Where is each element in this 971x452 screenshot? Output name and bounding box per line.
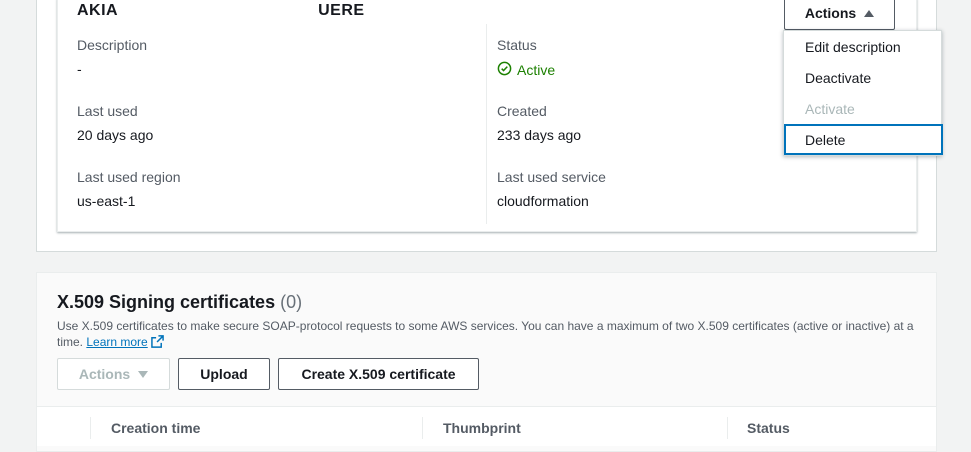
column-header-thumbprint[interactable]: Thumbprint <box>443 420 521 436</box>
menu-item-activate[interactable]: Activate <box>784 93 943 124</box>
last-used-region-value: us-east-1 <box>77 193 136 209</box>
last-used-label: Last used <box>77 103 138 119</box>
learn-more-link[interactable]: Learn more <box>86 335 147 349</box>
caret-down-icon <box>138 370 149 378</box>
cert-actions-button[interactable]: Actions <box>57 358 170 390</box>
column-divider <box>727 417 728 439</box>
column-divider <box>422 417 423 439</box>
redacted-region <box>118 2 319 18</box>
column-header-status[interactable]: Status <box>747 420 790 436</box>
cert-actions-label: Actions <box>78 366 131 382</box>
certificates-title: X.509 Signing certificates (0) <box>57 292 302 313</box>
certificates-title-text: X.509 Signing certificates <box>57 292 276 312</box>
status-badge: Active <box>497 61 555 79</box>
check-circle-icon <box>497 61 512 79</box>
key-actions-label: Actions <box>804 5 857 21</box>
create-certificate-label: Create X.509 certificate <box>301 366 456 382</box>
status-value: Active <box>517 62 556 78</box>
key-actions-button[interactable]: Actions <box>784 0 895 30</box>
create-certificate-button[interactable]: Create X.509 certificate <box>278 358 479 390</box>
last-used-service-label: Last used service <box>497 169 606 185</box>
certificates-description: Use X.509 certificates to make secure SO… <box>57 318 917 352</box>
menu-item-delete[interactable]: Delete <box>784 124 943 155</box>
column-divider <box>90 417 91 439</box>
created-label: Created <box>497 103 547 119</box>
menu-item-edit-description[interactable]: Edit description <box>784 31 943 62</box>
last-used-region-label: Last used region <box>77 169 181 185</box>
key-actions-menu: Edit description Deactivate Activate Del… <box>783 30 943 156</box>
status-label: Status <box>497 37 537 53</box>
caret-up-icon <box>864 9 875 17</box>
description-value: - <box>77 61 82 77</box>
certificates-table-header: Creation time Thumbprint Status <box>37 406 936 446</box>
column-divider <box>486 24 487 224</box>
created-value: 233 days ago <box>497 127 582 143</box>
last-used-service-value: cloudformation <box>497 193 589 209</box>
menu-item-deactivate[interactable]: Deactivate <box>784 62 943 93</box>
description-label: Description <box>77 37 148 53</box>
external-link-icon <box>150 335 164 352</box>
certificates-count: (0) <box>280 292 303 312</box>
access-key-id: AKIA UERE <box>77 2 365 18</box>
upload-button[interactable]: Upload <box>178 358 270 390</box>
last-used-value: 20 days ago <box>77 127 154 143</box>
upload-label: Upload <box>200 366 248 382</box>
certificates-description-text: Use X.509 certificates to make secure SO… <box>57 319 914 349</box>
column-header-creation-time[interactable]: Creation time <box>111 420 200 436</box>
